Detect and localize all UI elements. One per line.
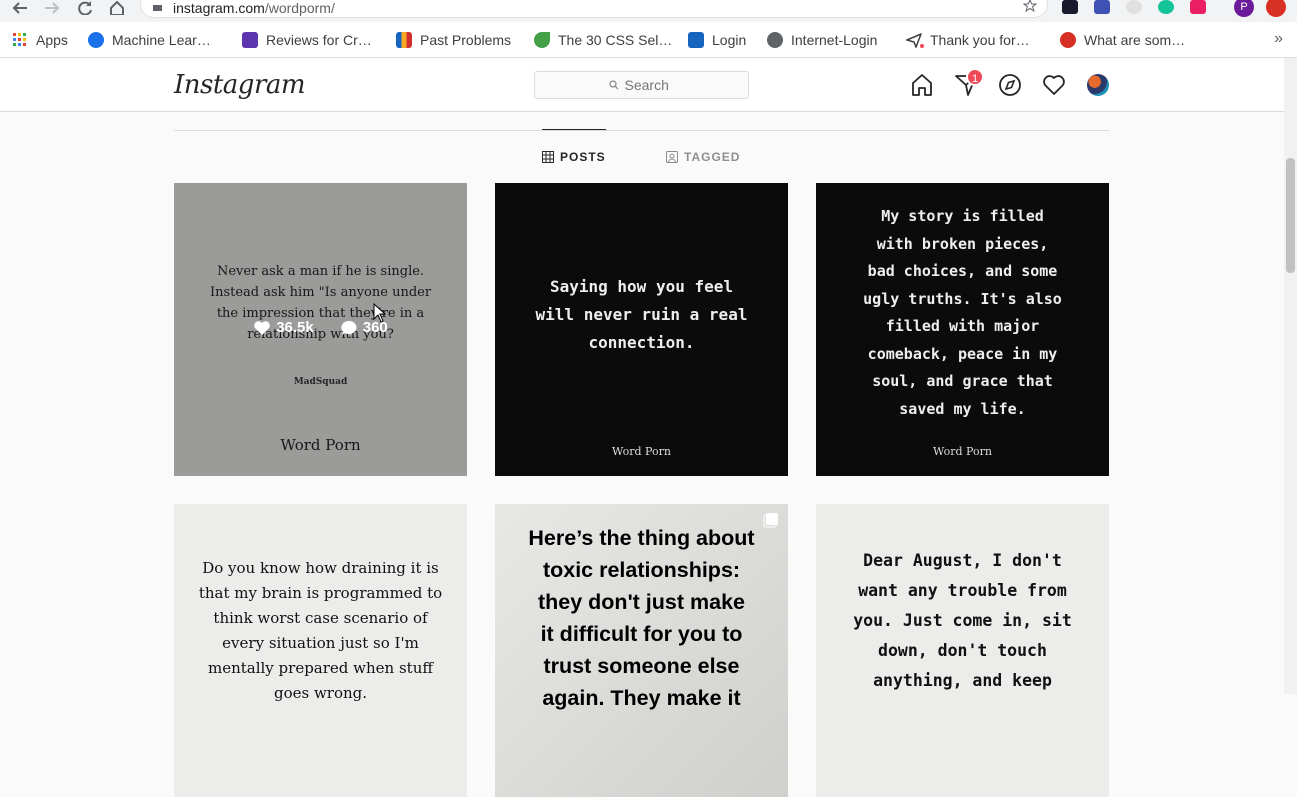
home-icon[interactable] [910, 73, 934, 97]
reviews-favicon-icon [242, 32, 258, 48]
search-icon [608, 80, 618, 90]
search-box[interactable] [534, 71, 749, 99]
bookmark-past-problems[interactable]: Past Problems [396, 30, 511, 50]
active-tab-indicator [542, 129, 606, 130]
url-text: instagram.com/wordporm/ [173, 0, 335, 16]
bookmark-css-selectors[interactable]: The 30 CSS Sel… [534, 30, 672, 50]
bookmark-star-icon[interactable] [1023, 0, 1037, 13]
globe-icon [767, 32, 783, 48]
bookmark-apps[interactable]: Apps [12, 30, 68, 50]
bookmark-label: What are som… [1084, 32, 1186, 48]
url-host: instagram.com [173, 0, 265, 16]
apps-grid-icon [13, 33, 26, 46]
reload-icon[interactable] [75, 0, 95, 16]
post-tile[interactable]: Here’s the thing about toxic relationshi… [495, 504, 788, 797]
update-icon[interactable] [1266, 0, 1286, 17]
bookmark-internet-login[interactable]: Internet-Login [767, 30, 877, 50]
cloud-icon [688, 32, 704, 48]
flag-icon [396, 32, 412, 48]
tabs-divider [174, 130, 1109, 131]
reddit-icon [1060, 32, 1076, 48]
post-tile[interactable]: Saying how you feel will never ruin a re… [495, 183, 788, 476]
tab-label: TAGGED [684, 150, 741, 164]
multiple-posts-icon [763, 513, 778, 528]
browser-toolbar: instagram.com/wordporm/ P [0, 0, 1297, 22]
bookmarks-bar: Apps Machine Lear… Reviews for Cr… Past … [0, 22, 1297, 58]
heart-filled-icon [254, 320, 271, 335]
bookmark-label: Login [712, 32, 747, 48]
post-quote: Saying how you feel will never ruin a re… [535, 277, 748, 352]
circle-extension-icon[interactable] [1126, 0, 1142, 14]
post-quote: Dear August, I don't want any trouble fr… [853, 551, 1072, 690]
back-arrow-icon[interactable] [10, 0, 30, 16]
profile-avatar[interactable] [1087, 74, 1109, 96]
scrollbar-thumb[interactable] [1286, 158, 1295, 273]
post-tile[interactable]: My story is filled with broken pieces, b… [816, 183, 1109, 476]
bookmark-what-are-some[interactable]: What are som… [1060, 30, 1185, 50]
post-tile[interactable]: Never ask a man if he is single. Instead… [174, 183, 467, 476]
lock-icon [153, 5, 162, 11]
post-caption: Word Porn [612, 445, 671, 458]
search-input[interactable] [624, 77, 675, 93]
infinity-icon [88, 32, 104, 48]
post-stats: 36.5k 360 [174, 319, 467, 336]
page-scrollbar[interactable] [1284, 58, 1297, 694]
bookmark-label: Past Problems [420, 32, 512, 48]
notification-badge: 1 [966, 68, 984, 86]
likes-stat: 36.5k [253, 319, 314, 336]
bookmark-label: Machine Lear… [112, 32, 211, 48]
home-icon[interactable] [107, 0, 127, 16]
likes-count: 36.5k [276, 319, 314, 336]
instagram-logo[interactable]: Instagram [174, 70, 306, 100]
url-path: /wordporm/ [264, 0, 335, 16]
bookmark-label: The 30 CSS Sel… [558, 32, 673, 48]
post-tile[interactable]: Do you know how draining it is that my b… [174, 504, 467, 797]
comment-bubble-icon [341, 320, 357, 335]
bookmark-label: Apps [36, 32, 68, 48]
forward-arrow-icon[interactable] [42, 0, 62, 16]
active-page-dot [920, 44, 924, 48]
address-bar[interactable]: instagram.com/wordporm/ [140, 0, 1048, 18]
mouse-cursor-icon [373, 303, 387, 323]
bookmark-label: Thank you for… [930, 32, 1030, 48]
browser-profile-avatar[interactable]: P [1234, 0, 1254, 17]
bookmark-machine-learning[interactable]: Machine Lear… [88, 30, 211, 50]
tab-posts[interactable]: POSTS [542, 150, 606, 164]
tab-label: POSTS [560, 150, 606, 164]
post-quote: Do you know how draining it is that my b… [198, 559, 443, 702]
post-quote: Here’s the thing about toxic relationshi… [528, 526, 755, 710]
ig-extension-icon[interactable] [1190, 0, 1206, 14]
post-tile[interactable]: Dear August, I don't want any trouble fr… [816, 504, 1109, 797]
bookmark-label: Internet-Login [791, 32, 878, 48]
leaf-icon [534, 32, 550, 48]
instagram-header: Instagram 1 [0, 58, 1284, 112]
explore-compass-icon[interactable] [998, 73, 1022, 97]
post-caption: Word Porn [933, 445, 992, 458]
bookmark-reviews[interactable]: Reviews for Cr… [242, 30, 372, 50]
heart-activity-icon[interactable] [1042, 73, 1066, 97]
grid-icon [542, 151, 554, 163]
tag-icon [666, 151, 678, 163]
bookmarks-overflow-icon[interactable]: » [1274, 30, 1283, 48]
react-devtools-icon[interactable] [1062, 0, 1078, 14]
post-quote: My story is filled with broken pieces, b… [863, 207, 1062, 418]
bookmark-thank-you[interactable]: Thank you for… [906, 30, 1030, 50]
bookmark-label: Reviews for Cr… [266, 32, 372, 48]
shield-extension-icon[interactable] [1094, 0, 1110, 14]
grammarly-icon[interactable] [1158, 0, 1174, 14]
bookmark-login[interactable]: Login [688, 30, 746, 50]
tab-tagged[interactable]: TAGGED [666, 150, 740, 164]
